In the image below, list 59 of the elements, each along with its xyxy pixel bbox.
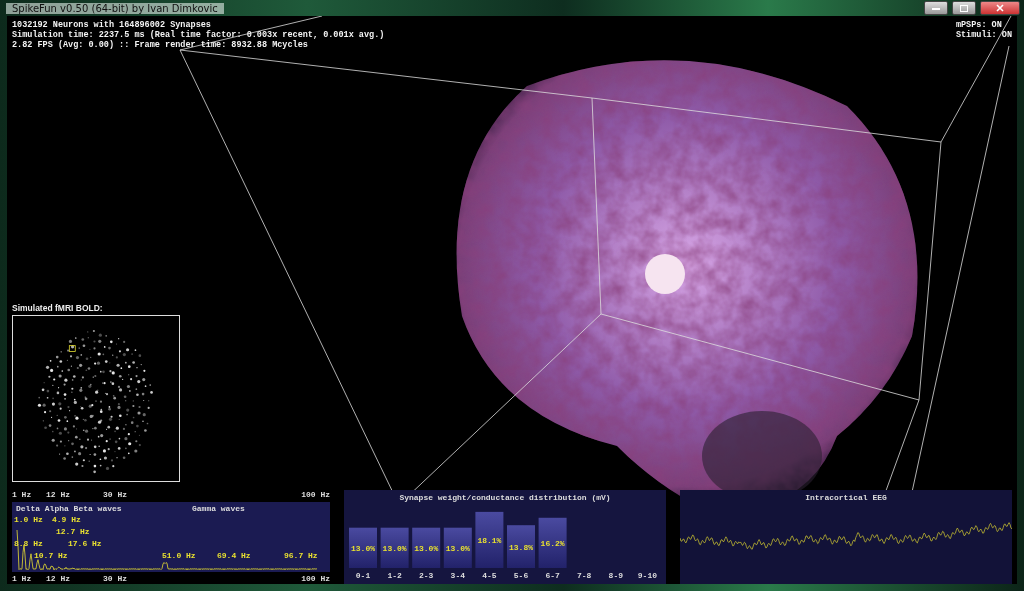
close-icon [996,4,1004,12]
histogram-bar [380,527,409,568]
bin-label: 4-5 [482,571,497,580]
stats-text: 1032192 Neurons with 164896002 Synapses [12,20,212,30]
bin-label: 5-6 [513,571,529,580]
bin-label: 9-10 [637,571,657,580]
frequency-tick: 1 Hz [12,574,32,584]
bin-label: 1-2 [387,571,402,580]
bar-value-label: 13.0% [445,543,470,553]
peak-label: 4.9 Hz [52,515,81,525]
peak-label: 8.8 Hz [14,539,43,549]
eeg-title: Intracortical EEG [805,493,887,502]
peak-label: 12.7 Hz [56,527,90,537]
bar-value-label: 13.0% [351,543,375,553]
bar-value-label: 13.0% [382,543,407,553]
bin-label: 7-8 [577,571,592,580]
bar-value-label: 16.2% [540,538,565,548]
bar-value-label: 13.0% [414,543,439,553]
histogram-bar [349,527,377,568]
histogram-bar [475,511,504,568]
stats-text: 2.82 FPS (Avg: 0.00) :: Frame render time: 8932.88 Mcycles [12,40,309,50]
bin-label: 6-7 [545,571,560,580]
frequency-tick: 12 Hz [46,490,70,500]
maximize-button[interactable] [952,1,976,15]
bar-value-label: 18.1% [477,535,502,545]
window-title: SpikeFun v0.50 (64-bit) by Ivan Dimkovic [6,2,224,14]
frequency-tick: 12 Hz [46,574,70,584]
status-text: Stimuli: ON [955,30,1012,40]
frequency-tick: 30 Hz [103,574,127,584]
bar-value-label: 13.8% [509,542,533,552]
chart-title: Synapse weight/conductance distribution (mV) [399,493,611,502]
peak-label: 51.0 Hz [162,551,196,561]
maximize-icon [960,4,968,12]
minimize-button[interactable] [924,1,948,15]
fmri-title: Simulated fMRI BOLD: [12,303,104,313]
peak-label: 96.7 Hz [284,551,318,561]
histogram-bar [538,517,567,568]
bin-label: 0-1 [355,571,371,580]
bin-label: 2-3 [419,571,434,580]
peak-label: 1.0 Hz [14,515,43,525]
frequency-tick: 30 Hz [103,490,127,500]
frequency-tick: 1 Hz [12,490,32,500]
frequency-tick: 100 Hz [301,574,330,584]
histogram-bar [507,525,535,568]
peak-label: 17.6 Hz [68,539,102,549]
roi-marker-icon [68,345,76,352]
close-button[interactable] [980,1,1020,15]
peak-label: 69.4 Hz [217,551,251,561]
band-label: Delta Alpha Beta waves [16,504,122,514]
histogram-bar [412,527,441,568]
frequency-tick: 100 Hz [301,490,330,500]
stats-text: Simulation time: 2237.5 ms (Real time factor: 0.003x recent, 0.001x avg.) [12,30,385,40]
band-label: Gamma waves [192,504,245,514]
bin-label: 3-4 [450,571,465,580]
histogram-bar [443,527,472,568]
bin-label: 8-9 [608,571,623,580]
status-text: mPSPs: ON [955,20,1003,30]
minimize-icon [932,6,940,10]
peak-label: 10.7 Hz [34,551,68,561]
